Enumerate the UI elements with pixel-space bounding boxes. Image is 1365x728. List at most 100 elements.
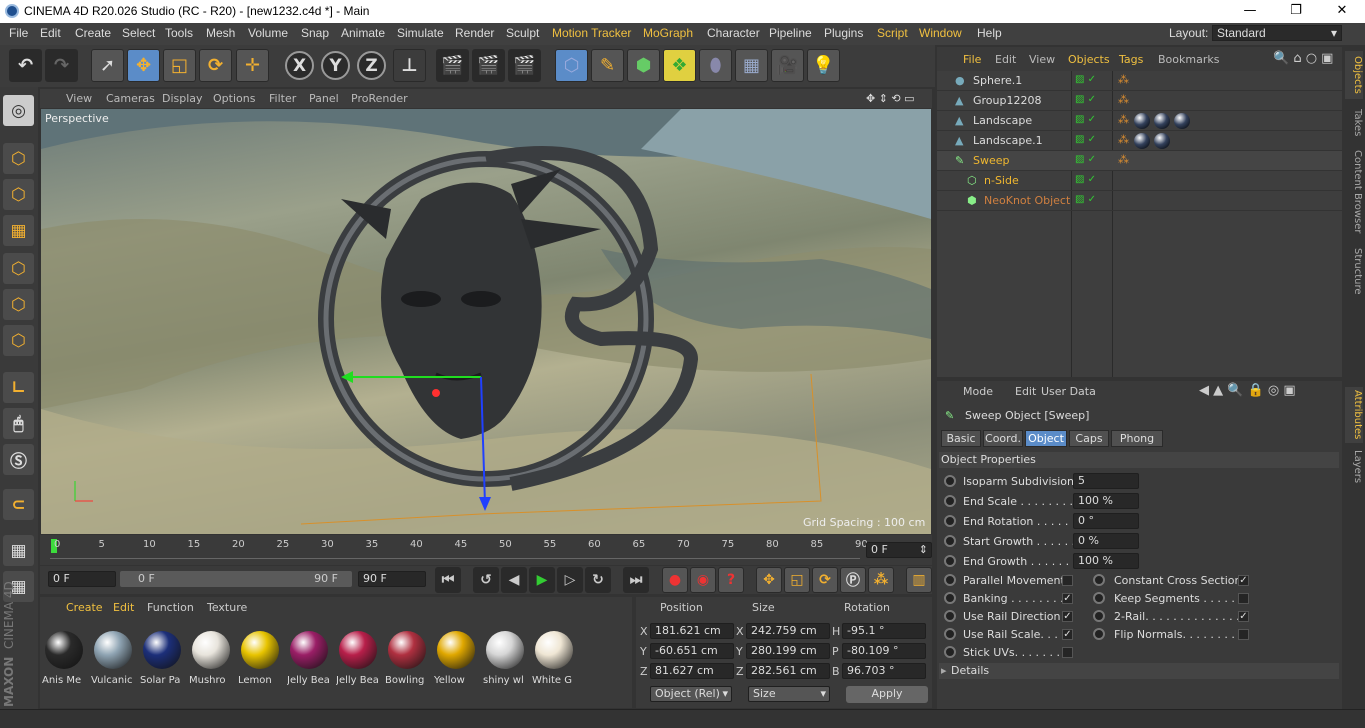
objects-menu-tags[interactable]: Tags bbox=[1119, 53, 1143, 66]
key-position-icon[interactable]: ✥ bbox=[756, 567, 782, 593]
cloner-icon[interactable]: ❖ bbox=[663, 49, 696, 82]
keyframe-radio-icon[interactable] bbox=[944, 610, 956, 622]
current-frame-field[interactable]: 0 F ⇕ bbox=[866, 542, 932, 558]
key-rotation-icon[interactable]: ⟳ bbox=[812, 567, 838, 593]
materials-menu-edit[interactable]: Edit bbox=[113, 601, 134, 614]
tab-attributes[interactable]: Attributes bbox=[1345, 387, 1363, 443]
tab-content-browser[interactable]: Content Browser bbox=[1345, 147, 1363, 237]
menu-script[interactable]: Script bbox=[877, 26, 908, 40]
material-swatch[interactable]: Lemon bbox=[238, 627, 284, 687]
gizmo-x-handle[interactable] bbox=[432, 389, 440, 397]
viewport-menu-view[interactable]: View bbox=[66, 92, 92, 105]
material-swatch[interactable]: Yellow bbox=[434, 627, 480, 687]
3d-viewport[interactable]: Perspective Grid Spacing : 100 cm bbox=[41, 109, 931, 534]
frame-range-slider[interactable]: 0 F 90 F bbox=[120, 571, 352, 587]
attributes-menu-user-data[interactable]: User Data bbox=[1041, 385, 1096, 398]
keyframe-radio-icon[interactable] bbox=[944, 475, 956, 487]
go-to-start-icon[interactable]: ⏮ bbox=[435, 567, 461, 593]
camera-icon[interactable]: 🎥 bbox=[771, 49, 804, 82]
coordinate-system-icon[interactable]: ⊥ bbox=[393, 49, 426, 82]
maximize-button[interactable]: ❐ bbox=[1273, 0, 1319, 23]
menu-character[interactable]: Character bbox=[707, 26, 760, 40]
menu-volume[interactable]: Volume bbox=[248, 26, 288, 40]
axis-mode-icon[interactable]: ∟ bbox=[3, 372, 34, 403]
make-editable-icon[interactable]: ◎ bbox=[3, 95, 34, 126]
material-tag-icon[interactable] bbox=[1174, 113, 1190, 129]
objects-menu-edit[interactable]: Edit bbox=[995, 53, 1016, 66]
visibility-check-icon[interactable]: ▨ ✓ bbox=[1075, 94, 1096, 105]
tab-layers[interactable]: Layers bbox=[1345, 449, 1363, 485]
tab-objects[interactable]: Objects bbox=[1345, 51, 1363, 99]
play-icon[interactable]: ▶ bbox=[529, 567, 555, 593]
checkbox[interactable] bbox=[1062, 647, 1073, 658]
z-axis-lock-button[interactable]: Z bbox=[357, 51, 386, 80]
materials-menu-texture[interactable]: Texture bbox=[207, 601, 247, 614]
apply-button[interactable]: Apply bbox=[846, 686, 928, 703]
minimize-button[interactable]: — bbox=[1227, 0, 1273, 23]
attribute-tab-object[interactable]: Object bbox=[1025, 430, 1067, 447]
attributes-toolbar-icons[interactable]: ◀ ▲ 🔍 🔒 ◎ ▣ bbox=[1199, 383, 1296, 398]
render-view-icon[interactable]: 🎬 bbox=[436, 49, 469, 82]
keyframe-radio-icon[interactable] bbox=[944, 495, 956, 507]
property-field[interactable]: 100 % bbox=[1073, 493, 1139, 509]
recent-tools-icon[interactable]: ✛ bbox=[236, 49, 269, 82]
rotation-field[interactable]: -80.109 ° bbox=[842, 643, 926, 659]
timeline[interactable]: 0 5 10 15 20 25 30 35 40 45 50 55 60 65 70 75 80 85 90 0 F… bbox=[40, 535, 932, 565]
floor-icon[interactable]: ▦ bbox=[735, 49, 768, 82]
keyframe-radio-icon[interactable] bbox=[944, 555, 956, 567]
menu-animate[interactable]: Animate bbox=[341, 26, 385, 40]
menu-tools[interactable]: Tools bbox=[165, 26, 193, 40]
size-mode-select[interactable]: Size ▾ bbox=[748, 686, 830, 702]
menu-render[interactable]: Render bbox=[455, 26, 494, 40]
layout-select[interactable]: Standard ▾ bbox=[1212, 25, 1342, 41]
model-mode-icon[interactable]: ⬡ bbox=[3, 143, 34, 174]
keyframe-radio-icon[interactable] bbox=[944, 646, 956, 658]
material-tag-icon[interactable] bbox=[1134, 113, 1150, 129]
object-row[interactable]: ⬡ n-Side ▨ ✓ bbox=[937, 171, 1342, 191]
undo-icon[interactable]: ↶ bbox=[9, 49, 42, 82]
material-swatch[interactable]: Vulcanic bbox=[91, 627, 137, 687]
material-swatch[interactable]: shiny wl bbox=[483, 627, 529, 687]
menu-window[interactable]: Window bbox=[919, 26, 962, 40]
render-settings-icon[interactable]: 🎬 bbox=[508, 49, 541, 82]
visibility-check-icon[interactable]: ▨ ✓ bbox=[1075, 134, 1096, 145]
attribute-tab-caps[interactable]: Caps bbox=[1069, 430, 1109, 447]
material-swatch[interactable]: White G bbox=[532, 627, 578, 687]
property-field[interactable]: 0 ° bbox=[1073, 513, 1139, 529]
keyframe-radio-icon[interactable] bbox=[1093, 574, 1105, 586]
visibility-check-icon[interactable]: ▨ ✓ bbox=[1075, 194, 1096, 205]
y-axis-lock-button[interactable]: Y bbox=[321, 51, 350, 80]
rotation-field[interactable]: 96.703 ° bbox=[842, 663, 926, 679]
objects-menu-view[interactable]: View bbox=[1029, 53, 1055, 66]
snap-icon[interactable]: ⊂ bbox=[3, 489, 34, 520]
property-field[interactable]: 0 % bbox=[1073, 533, 1139, 549]
viewport-menu-options[interactable]: Options bbox=[213, 92, 255, 105]
object-row[interactable]: ⬢ NeoKnot Object ▨ ✓ bbox=[937, 191, 1342, 211]
menu-sculpt[interactable]: Sculpt bbox=[506, 26, 539, 40]
keyframe-radio-icon[interactable] bbox=[944, 535, 956, 547]
menu-create[interactable]: Create bbox=[75, 26, 111, 40]
object-name[interactable]: Landscape.1 bbox=[973, 134, 1043, 147]
objects-menu-bookmarks[interactable]: Bookmarks bbox=[1158, 53, 1219, 66]
materials-menu-function[interactable]: Function bbox=[147, 601, 194, 614]
phong-tag-icon[interactable]: ⁂ bbox=[1118, 153, 1129, 166]
phong-tag-icon[interactable]: ⁂ bbox=[1118, 73, 1129, 86]
render-to-picture-viewer-icon[interactable]: 🎬 bbox=[472, 49, 505, 82]
visibility-check-icon[interactable]: ▨ ✓ bbox=[1075, 154, 1096, 165]
material-swatch[interactable]: Jelly Bea bbox=[287, 627, 333, 687]
viewport-menu-display[interactable]: Display bbox=[162, 92, 203, 105]
attributes-menu-mode[interactable]: Mode bbox=[963, 385, 993, 398]
visibility-check-icon[interactable]: ▨ ✓ bbox=[1075, 114, 1096, 125]
phong-tag-icon[interactable]: ⁂ bbox=[1118, 113, 1129, 126]
keyframe-radio-icon[interactable] bbox=[1093, 628, 1105, 640]
tweak-mode-icon[interactable]: 🖱 bbox=[3, 408, 34, 439]
polygons-mode-icon[interactable]: ⬡ bbox=[3, 325, 34, 356]
keyframe-radio-icon[interactable] bbox=[944, 515, 956, 527]
tab-takes[interactable]: Takes bbox=[1345, 105, 1363, 141]
size-field[interactable]: 242.759 cm bbox=[746, 623, 830, 639]
visibility-check-icon[interactable]: ▨ ✓ bbox=[1075, 174, 1096, 185]
viewport-menu-prorender[interactable]: ProRender bbox=[351, 92, 408, 105]
rotate-icon[interactable]: ⟳ bbox=[199, 49, 232, 82]
details-section[interactable]: Details ▸ bbox=[939, 663, 1339, 679]
keyframe-radio-icon[interactable] bbox=[1093, 610, 1105, 622]
